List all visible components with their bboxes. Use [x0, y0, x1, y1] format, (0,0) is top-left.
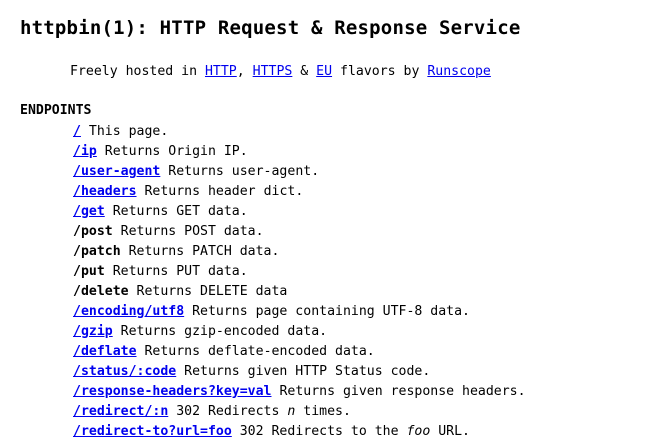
endpoint-item: /redirect/:n 302 Redirects n times.: [73, 402, 660, 422]
endpoint-link-user-agent[interactable]: /user-agent: [73, 164, 160, 179]
tagline-separator: &: [292, 64, 317, 79]
endpoint-link-response-headers[interactable]: /response-headers?key=val: [73, 384, 272, 399]
endpoint-link-redirect-to[interactable]: /redirect-to?url=foo: [73, 424, 232, 439]
endpoint-item: /status/:code Returns given HTTP Status …: [73, 362, 660, 382]
description-text: times.: [295, 404, 351, 419]
endpoint-description: Returns user-agent.: [160, 164, 320, 179]
endpoint-item: /put Returns PUT data.: [73, 262, 660, 282]
endpoint-item: /get Returns GET data.: [73, 202, 660, 222]
endpoint-link-get[interactable]: /get: [73, 204, 105, 219]
tagline-middle: flavors by: [332, 64, 428, 79]
endpoint-path-put: /put: [73, 264, 105, 279]
endpoint-description: This page.: [80, 124, 169, 139]
page-content: httpbin(1): HTTP Request & Response Serv…: [20, 14, 660, 442]
endpoint-item: / This page.: [73, 122, 660, 142]
endpoint-description: Returns Origin IP.: [96, 144, 248, 159]
endpoint-item: /headers Returns header dict.: [73, 182, 660, 202]
endpoint-item: /post Returns POST data.: [73, 222, 660, 242]
endpoint-link-deflate[interactable]: /deflate: [73, 344, 137, 359]
https-link[interactable]: HTTPS: [253, 64, 293, 79]
endpoint-description: Returns DELETE data: [128, 284, 288, 299]
endpoint-item: /patch Returns PATCH data.: [73, 242, 660, 262]
endpoint-link-encoding-utf8[interactable]: /encoding/utf8: [73, 304, 184, 319]
endpoint-item: /gzip Returns gzip-encoded data.: [73, 322, 660, 342]
endpoint-description: Returns gzip-encoded data.: [112, 324, 328, 339]
endpoint-link-headers[interactable]: /headers: [73, 184, 137, 199]
endpoint-description: Returns header dict.: [136, 184, 304, 199]
endpoint-link-gzip[interactable]: /gzip: [73, 324, 113, 339]
endpoint-description: 302 Redirects to the foo URL.: [232, 424, 470, 439]
endpoint-description: Returns deflate-encoded data.: [136, 344, 375, 359]
tagline-separator: ,: [236, 64, 253, 79]
eu-link[interactable]: EU: [316, 64, 332, 79]
endpoint-item: /response-headers?key=val Returns given …: [73, 382, 660, 402]
endpoint-link-ip[interactable]: /ip: [73, 144, 97, 159]
endpoint-description: Returns PATCH data.: [120, 244, 280, 259]
description-text: URL.: [430, 424, 470, 439]
endpoint-description: Returns POST data.: [112, 224, 264, 239]
page-title: httpbin(1): HTTP Request & Response Serv…: [20, 17, 521, 39]
endpoint-item: /redirect-to?url=foo 302 Redirects to th…: [73, 422, 660, 442]
endpoint-path-delete: /delete: [73, 284, 129, 299]
endpoint-description: Returns page containing UTF-8 data.: [184, 304, 470, 319]
endpoint-description: Returns given response headers.: [271, 384, 526, 399]
description-text: 302 Redirects: [168, 404, 288, 419]
runscope-link[interactable]: Runscope: [427, 64, 491, 79]
hosting-tagline: Freely hosted in HTTP, HTTPS & EU flavor…: [70, 63, 660, 81]
description-text: 302 Redirects to the: [231, 424, 407, 439]
endpoint-item: /encoding/utf8 Returns page containing U…: [73, 302, 660, 322]
endpoint-link-status[interactable]: /status/:code: [73, 364, 176, 379]
endpoint-item: /user-agent Returns user-agent.: [73, 162, 660, 182]
endpoint-item: /ip Returns Origin IP.: [73, 142, 660, 162]
endpoint-link-root[interactable]: /: [73, 124, 81, 139]
endpoint-item: /delete Returns DELETE data: [73, 282, 660, 302]
endpoint-description: Returns GET data.: [104, 204, 248, 219]
endpoint-description: Returns given HTTP Status code.: [176, 364, 431, 379]
endpoint-path-patch: /patch: [73, 244, 121, 259]
endpoint-description: 302 Redirects n times.: [168, 404, 351, 419]
description-emphasis: foo: [406, 424, 431, 439]
tagline-prefix: Freely hosted in: [70, 64, 205, 79]
endpoint-path-post: /post: [73, 224, 113, 239]
endpoint-list: / This page. /ip Returns Origin IP. /use…: [73, 122, 660, 442]
endpoints-heading: ENDPOINTS: [20, 103, 92, 118]
endpoint-item: /deflate Returns deflate-encoded data.: [73, 342, 660, 362]
endpoint-link-redirect[interactable]: /redirect/:n: [73, 404, 168, 419]
endpoint-description: Returns PUT data.: [104, 264, 248, 279]
http-link[interactable]: HTTP: [205, 64, 237, 79]
